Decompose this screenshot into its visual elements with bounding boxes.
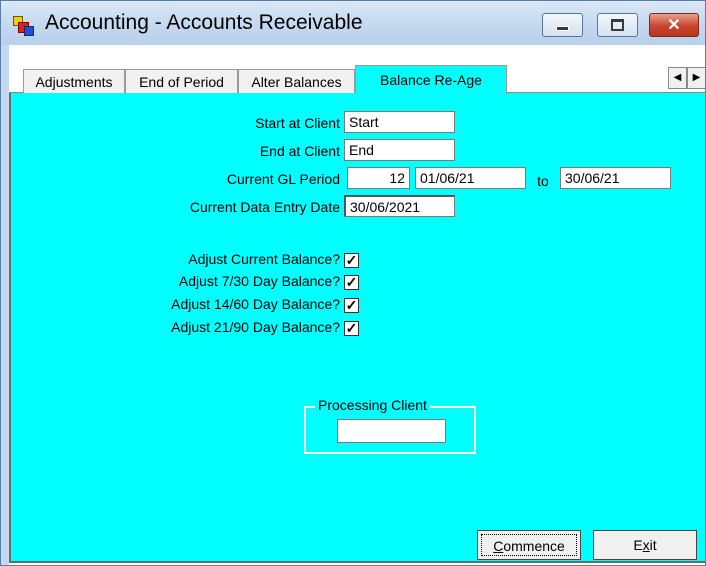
end-client-label: End at Client	[259, 143, 340, 159]
adjust-7-30-checkbox[interactable]: ✓	[344, 275, 359, 290]
title-bar[interactable]: Accounting - Accounts Receivable ✕	[1, 1, 705, 45]
start-client-label: Start at Client	[255, 115, 340, 131]
gl-period-label: Current GL Period	[226, 171, 340, 187]
app-icon[interactable]	[13, 16, 35, 36]
tab-scroll-right-icon[interactable]: ▶	[687, 67, 705, 89]
adjust-current-label: Adjust Current Balance?	[188, 251, 340, 267]
close-icon: ✕	[667, 17, 681, 34]
gl-period-to-input[interactable]: 30/06/21	[560, 167, 671, 189]
end-client-input[interactable]: End	[344, 139, 455, 161]
tab-end-of-period[interactable]: End of Period	[125, 69, 238, 93]
minimize-button[interactable]	[542, 13, 583, 37]
processing-client-display	[337, 419, 446, 443]
exit-mnemonic: x	[642, 537, 650, 553]
adjust-7-30-label: Adjust 7/30 Day Balance?	[178, 273, 340, 289]
adjust-current-checkbox[interactable]: ✓	[344, 253, 359, 268]
close-button[interactable]: ✕	[649, 13, 699, 37]
start-client-input[interactable]: Start	[344, 111, 455, 133]
gl-period-input[interactable]: 12	[347, 167, 410, 189]
entry-date-input[interactable]: 30/06/2021	[344, 195, 455, 217]
panel-border	[9, 93, 11, 561]
adjust-21-90-checkbox[interactable]: ✓	[344, 321, 359, 336]
commence-mnemonic: C	[493, 538, 504, 554]
maximize-button[interactable]	[597, 13, 638, 37]
tab-scroll-buttons: ◀ ▶	[668, 67, 705, 89]
commence-button[interactable]: Commence	[477, 530, 581, 560]
tab-scroll-left-icon[interactable]: ◀	[668, 67, 687, 89]
panel-border	[9, 561, 705, 563]
minimize-icon	[543, 14, 582, 36]
tab-strip: Adjustments End of Period Alter Balances…	[9, 63, 705, 94]
gl-period-from-input[interactable]: 01/06/21	[415, 167, 526, 189]
tab-balance-re-age[interactable]: Balance Re-Age	[355, 65, 507, 94]
tab-adjustments[interactable]: Adjustments	[23, 69, 125, 93]
tab-alter-balances[interactable]: Alter Balances	[238, 69, 355, 93]
processing-client-title: Processing Client	[315, 397, 430, 413]
adjust-14-60-label: Adjust 14/60 Day Balance?	[171, 296, 340, 312]
exit-button[interactable]: Exit	[593, 530, 697, 560]
adjust-21-90-label: Adjust 21/90 Day Balance?	[171, 319, 340, 335]
window-title: Accounting - Accounts Receivable	[45, 11, 363, 34]
maximize-icon	[598, 14, 637, 36]
gl-period-to-label: to	[537, 173, 549, 189]
adjust-14-60-checkbox[interactable]: ✓	[344, 298, 359, 313]
app-window: Accounting - Accounts Receivable ✕ Adjus…	[0, 0, 706, 566]
entry-date-label: Current Data Entry Date	[189, 199, 340, 215]
